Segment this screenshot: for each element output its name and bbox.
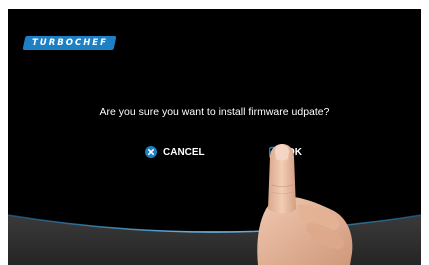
ok-button[interactable]: OK [269, 144, 302, 160]
checkbox-checked-icon [269, 146, 282, 158]
close-circle-icon [145, 146, 157, 158]
device-frame: TURBOCHEF Are you sure you want to insta… [0, 0, 429, 265]
confirmation-message: Are you sure you want to install firmwar… [99, 106, 330, 118]
logo-text: TURBOCHEF [31, 38, 108, 48]
oven-touchscreen: TURBOCHEF Are you sure you want to insta… [8, 9, 421, 265]
ok-label: OK [287, 146, 302, 158]
turbochef-logo: TURBOCHEF [22, 36, 117, 50]
cancel-label: CANCEL [163, 146, 205, 158]
cancel-button[interactable]: CANCEL [145, 144, 205, 160]
